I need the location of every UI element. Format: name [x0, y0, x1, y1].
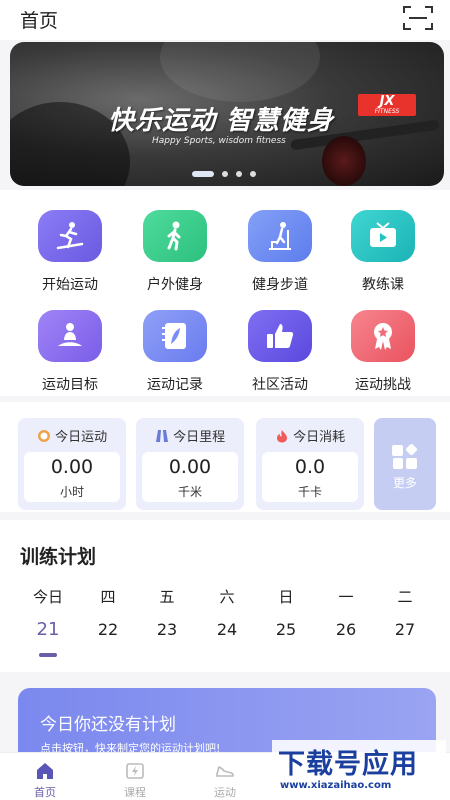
promo-banner[interactable]: JX FITNESS 快乐运动 智慧健身 Happy Sports, wisdo…: [10, 42, 444, 186]
stat-title: 今日消耗: [256, 426, 364, 445]
day-date: 27: [394, 620, 416, 639]
banner-slogan: 快乐运动 智慧健身: [108, 106, 335, 136]
stat-today-calories[interactable]: 今日消耗 0.0 千卡: [256, 418, 364, 510]
feature-label: 社区活动: [252, 377, 308, 393]
feature-coach-class[interactable]: 教练课: [333, 198, 433, 298]
feature-grid: 开始运动 户外健身 健身步道 教练课 运动目标 运动记录 社区活动 运动挑战: [0, 190, 450, 396]
thumbs-up-icon: [248, 310, 312, 362]
tv-play-icon: [351, 210, 415, 262]
day-weekday: 五: [159, 588, 175, 606]
today-stats: 今日运动 0.00 小时 今日里程 0.00 千米 今日消耗 0.0 千卡 更多: [0, 402, 450, 512]
carousel-indicator[interactable]: [192, 171, 264, 177]
section-title: 训练计划: [20, 546, 97, 568]
feature-community-activity[interactable]: 社区活动: [230, 298, 330, 398]
feature-exercise-record[interactable]: 运动记录: [125, 298, 225, 398]
stairs-walker-icon: [248, 210, 312, 262]
tab-home[interactable]: 首页: [0, 753, 90, 800]
day-date: 24: [216, 620, 238, 639]
day-weekday: 日: [278, 588, 294, 606]
feature-start-exercise[interactable]: 开始运动: [20, 198, 120, 298]
dumbbell-plate-graphic: [322, 136, 366, 186]
meditation-icon: [38, 310, 102, 362]
tab-sport[interactable]: 运动: [180, 753, 270, 800]
carousel-dot[interactable]: [250, 171, 256, 177]
flame-icon: [276, 430, 287, 443]
day-date: 26: [335, 620, 357, 639]
feature-exercise-goal[interactable]: 运动目标: [20, 298, 120, 398]
stat-title: 今日里程: [136, 426, 244, 445]
scan-icon[interactable]: [402, 4, 434, 32]
watermark-url: www.xiazaihao.com: [280, 780, 392, 791]
stat-value-box: 0.00 千米: [142, 452, 238, 502]
medal-icon: [351, 310, 415, 362]
stat-today-distance[interactable]: 今日里程 0.00 千米: [136, 418, 244, 510]
stat-unit: 千卡: [297, 485, 322, 499]
notebook-feather-icon: [143, 310, 207, 362]
stat-unit: 千米: [177, 485, 202, 499]
feature-label: 健身步道: [252, 277, 308, 293]
stat-value-box: 0.0 千卡: [262, 452, 358, 502]
carousel-dot[interactable]: [236, 171, 242, 177]
page-title: 首页: [20, 10, 59, 32]
stat-today-exercise[interactable]: 今日运动 0.00 小时: [18, 418, 126, 510]
stat-unit: 小时: [59, 485, 84, 499]
brand-logo: JX FITNESS: [358, 94, 416, 116]
banner-subtitle: Happy Sports, wisdom fitness: [152, 136, 286, 146]
day-weekday: 一: [338, 588, 354, 606]
feature-label: 户外健身: [147, 277, 203, 293]
stat-value: 0.00: [50, 456, 94, 478]
banner-highlight: [160, 42, 320, 102]
feature-label: 运动挑战: [355, 377, 411, 393]
feature-label: 运动目标: [42, 377, 98, 393]
brand-logo-sub: FITNESS: [374, 108, 400, 115]
empty-plan-title: 今日你还没有计划: [40, 715, 176, 735]
stat-title-text: 今日运动: [55, 430, 108, 445]
selected-day-indicator: [39, 653, 57, 657]
grid-more-icon: [392, 444, 418, 469]
training-plan: 训练计划 今日 21 四 22 五 23 六 24 日 25 一 26 二 27: [0, 520, 450, 672]
feature-fitness-trail[interactable]: 健身步道: [230, 198, 330, 298]
feature-outdoor-fitness[interactable]: 户外健身: [125, 198, 225, 298]
stat-value: 0.00: [168, 456, 212, 478]
course-icon: [126, 763, 144, 779]
feature-label: 教练课: [362, 277, 404, 293]
brand-logo-text: JX: [379, 94, 395, 109]
stat-title-text: 今日里程: [173, 430, 226, 445]
road-icon: [155, 430, 168, 442]
stat-value-box: 0.00 小时: [24, 452, 120, 502]
day-date: 22: [97, 620, 119, 639]
more-label: 更多: [392, 476, 417, 490]
sneaker-icon: [216, 765, 234, 777]
day-date: 21: [36, 619, 60, 640]
tab-label: 运动: [214, 786, 236, 799]
day-weekday: 六: [219, 588, 235, 606]
app-header: 首页: [0, 0, 450, 40]
running-person-icon: [143, 210, 207, 262]
carousel-dot-active[interactable]: [192, 171, 214, 177]
stat-value: 0.0: [294, 456, 326, 478]
day-weekday: 今日: [32, 588, 63, 606]
day-date: 23: [156, 620, 178, 639]
timer-icon: [37, 430, 50, 442]
stat-title: 今日运动: [18, 426, 126, 445]
watermark-title: 下载号应用: [278, 749, 418, 780]
feature-label: 运动记录: [147, 377, 203, 393]
site-watermark: 下载号应用 www.xiazaihao.com: [272, 740, 446, 796]
tab-label: 课程: [124, 786, 146, 799]
home-icon: [37, 763, 53, 779]
tab-label: 首页: [34, 786, 56, 799]
feature-label: 开始运动: [42, 277, 98, 293]
tab-course[interactable]: 课程: [90, 753, 180, 800]
carousel-dot[interactable]: [222, 171, 228, 177]
more-button[interactable]: 更多: [374, 418, 436, 510]
stat-title-text: 今日消耗: [293, 430, 346, 445]
day-weekday: 二: [397, 588, 413, 606]
feature-exercise-challenge[interactable]: 运动挑战: [333, 298, 433, 398]
day-weekday: 四: [100, 588, 116, 606]
day-date: 25: [275, 620, 297, 639]
treadmill-runner-icon: [38, 210, 102, 262]
